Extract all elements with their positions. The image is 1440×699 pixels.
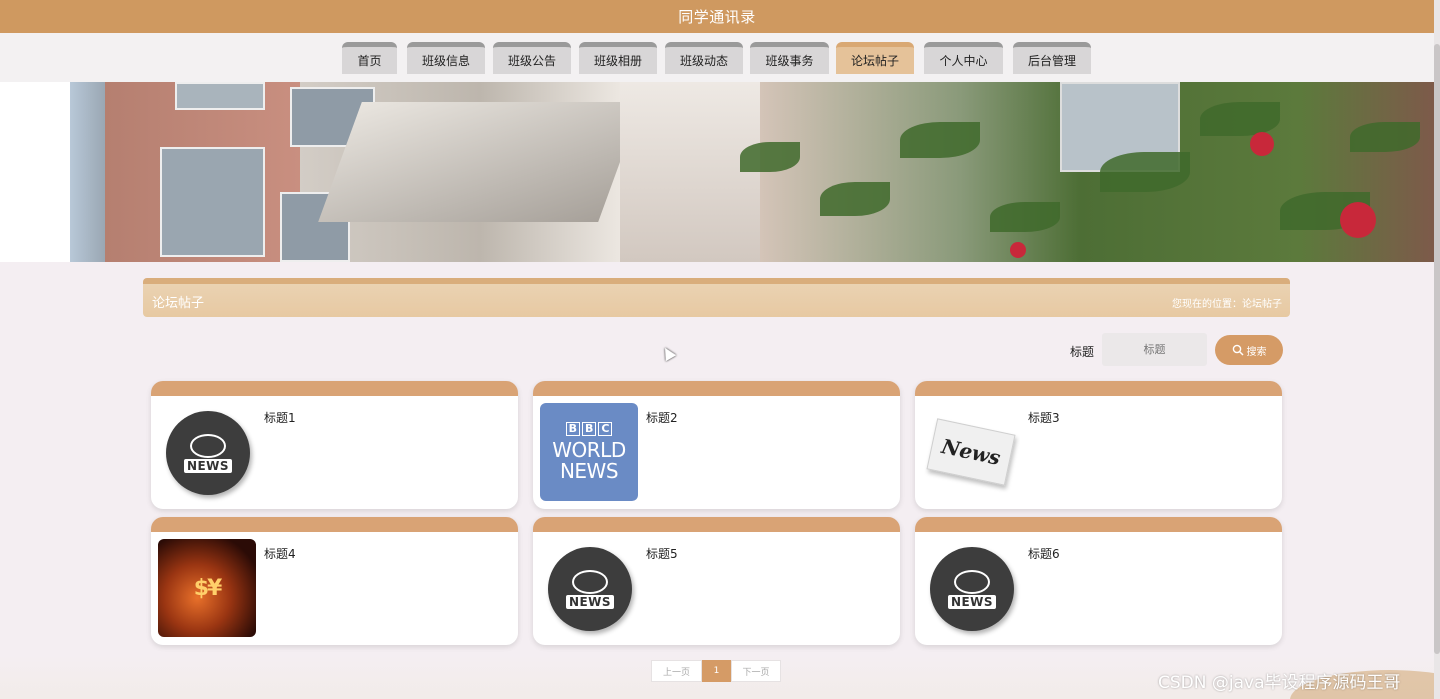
- nav-item-class-affairs[interactable]: 班级事务: [750, 42, 829, 74]
- post-card[interactable]: NEWS 标题5: [533, 517, 900, 645]
- nav-item-personal-center[interactable]: 个人中心: [924, 42, 1003, 74]
- newspaper-image: News: [922, 403, 1020, 501]
- scrollbar-thumb[interactable]: [1434, 44, 1440, 654]
- news-globe-icon: NEWS: [166, 411, 250, 495]
- site-header: 同学通讯录: [0, 0, 1434, 33]
- section-title: 论坛帖子: [152, 296, 205, 311]
- search-button-label: 搜索: [1246, 346, 1267, 358]
- site-title: 同学通讯录: [678, 8, 756, 26]
- search-button[interactable]: 搜索: [1215, 335, 1283, 365]
- search-input[interactable]: [1102, 333, 1207, 366]
- post-title[interactable]: 标题1: [264, 409, 296, 426]
- post-title[interactable]: 标题4: [264, 545, 296, 562]
- post-title[interactable]: 标题5: [646, 545, 678, 562]
- bbc-world-news-logo: BBC WORLD NEWS: [540, 403, 638, 501]
- nav-item-class-info[interactable]: 班级信息: [407, 42, 485, 74]
- pagination: 上一页 1 下一页: [651, 660, 781, 682]
- main-nav: 首页 班级信息 班级公告 班级相册 班级动态 班级事务 论坛帖子 个人中心 后台…: [0, 33, 1434, 82]
- nav-item-class-notices[interactable]: 班级公告: [493, 42, 571, 74]
- post-card[interactable]: $¥ 标题4: [151, 517, 518, 645]
- post-card[interactable]: News 标题3: [915, 381, 1282, 509]
- page-number-button[interactable]: 1: [702, 660, 731, 682]
- search-label: 标题: [1070, 345, 1095, 359]
- currency-symbols-image: $¥: [158, 539, 256, 637]
- nav-item-forum-posts[interactable]: 论坛帖子: [836, 42, 914, 74]
- nav-item-class-album[interactable]: 班级相册: [579, 42, 657, 74]
- nav-item-class-updates[interactable]: 班级动态: [665, 42, 743, 74]
- post-card[interactable]: NEWS 标题6: [915, 517, 1282, 645]
- nav-item-admin[interactable]: 后台管理: [1013, 42, 1091, 74]
- section-header: 论坛帖子 您现在的位置：论坛帖子: [143, 278, 1290, 317]
- post-title[interactable]: 标题2: [646, 409, 678, 426]
- prev-page-button[interactable]: 上一页: [651, 660, 702, 682]
- scrollbar[interactable]: [1434, 0, 1440, 699]
- post-title[interactable]: 标题6: [1028, 545, 1060, 562]
- post-card[interactable]: BBC WORLD NEWS 标题2: [533, 381, 900, 509]
- news-globe-icon: NEWS: [548, 547, 632, 631]
- mouse-cursor-icon: [659, 344, 677, 362]
- search-icon: [1232, 344, 1244, 356]
- watermark: CSDN @java毕设程序源码王哥: [1158, 673, 1401, 693]
- next-page-button[interactable]: 下一页: [731, 660, 781, 682]
- nav-item-home[interactable]: 首页: [342, 42, 397, 74]
- post-title[interactable]: 标题3: [1028, 409, 1060, 426]
- campus-banner-image: [0, 82, 1434, 262]
- post-card[interactable]: NEWS 标题1: [151, 381, 518, 509]
- breadcrumb: 您现在的位置：论坛帖子: [1172, 299, 1282, 310]
- news-globe-icon: NEWS: [930, 547, 1014, 631]
